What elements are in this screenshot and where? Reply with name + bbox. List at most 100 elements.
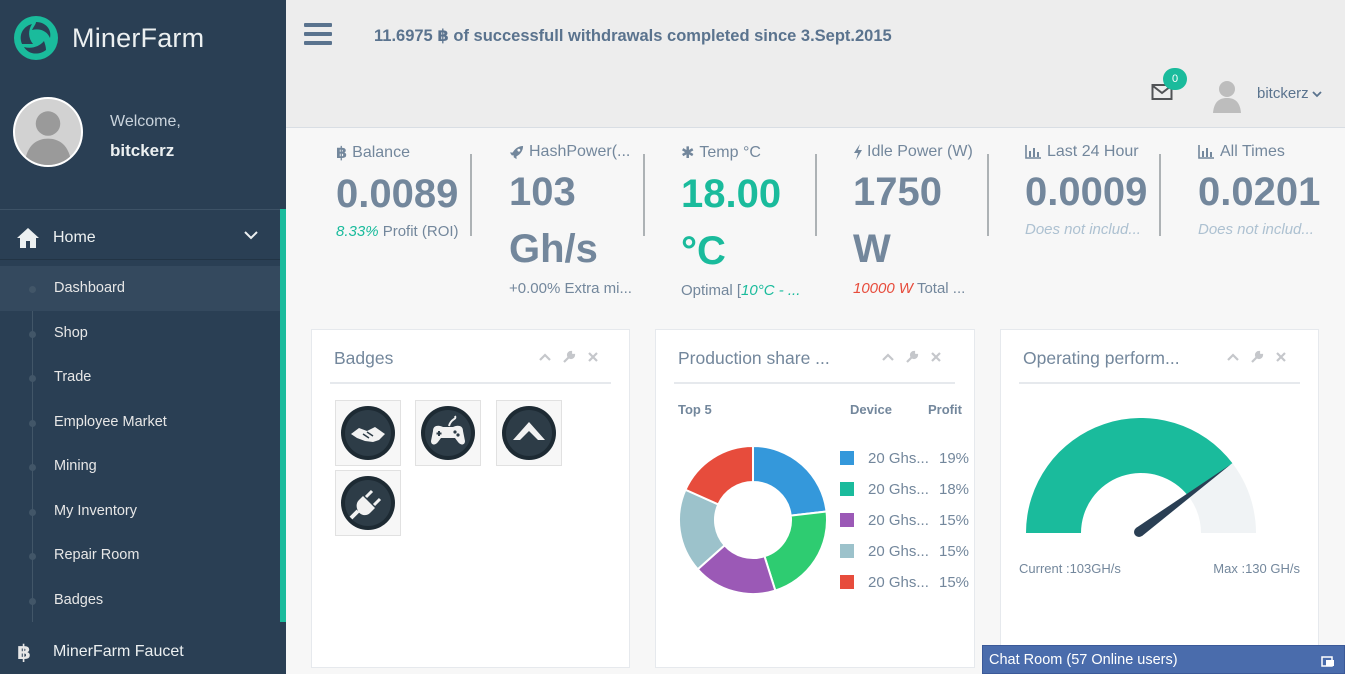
sidebar-item-home[interactable]: Home (0, 216, 280, 260)
value-line: 103 (509, 170, 576, 214)
user-menu-name: bitckerz (1257, 85, 1309, 102)
total-power: 10000 W (853, 280, 914, 297)
tile-hashpower: HashPower(... 103 Gh/s +0.00% Extra mi... (509, 143, 644, 308)
chevron-down-icon (1312, 90, 1322, 97)
tile-balance-sub: 8.33% Profit (ROI) (336, 223, 471, 240)
user-silhouette-icon (15, 99, 81, 165)
sidebar-item-trade[interactable]: Trade (0, 355, 280, 400)
production-panel-title: Production share ... (678, 348, 830, 368)
badge-gamepad[interactable] (415, 400, 481, 466)
sidebar-item-shop[interactable]: Shop (0, 311, 280, 356)
col-device: Device (850, 402, 892, 417)
sidebar-item-repair-room[interactable]: Repair Room (0, 533, 280, 578)
tile-hashpower-sub: +0.00% Extra mi... (509, 280, 632, 297)
operating-panel-title: Operating perform... (1023, 348, 1180, 368)
sidebar-item-mining[interactable]: Mining (0, 444, 280, 489)
panel-toolbox (1226, 350, 1288, 364)
sidebar-item-faucet[interactable]: ฿ MinerFarm Faucet (0, 630, 286, 674)
tile-label-text: Idle Power (W) (867, 143, 973, 160)
sidebar-item-badges[interactable]: Badges (0, 578, 280, 623)
tile-temp-value: 18.00 °C (681, 166, 816, 280)
top-navigation: 11.6975 ฿ of successfull withdrawals com… (286, 0, 1345, 128)
menu-toggle-button[interactable] (304, 23, 332, 49)
donut-slice (763, 510, 828, 592)
badge-rank-up[interactable] (496, 400, 562, 466)
user-avatar[interactable] (1212, 79, 1242, 113)
brand[interactable]: MinerFarm (12, 14, 204, 62)
panel-toolbox (538, 350, 600, 364)
panel-divider (330, 382, 611, 384)
value-unit: Gh/s (509, 227, 598, 271)
value-line: 1750 (853, 170, 942, 214)
legend-swatch (840, 575, 854, 589)
legend-profit: 15% (939, 542, 970, 560)
wrench-icon[interactable] (1250, 350, 1264, 364)
sidebar-item-my-inventory[interactable]: My Inventory (0, 489, 280, 534)
value-unit: °C (681, 229, 726, 273)
gauge-max-label: Max :130 GH/s (1213, 561, 1300, 576)
sidebar-item-employee-market[interactable]: Employee Market (0, 400, 280, 445)
close-icon[interactable] (586, 350, 600, 364)
mail-count-badge: 0 (1163, 68, 1187, 90)
legend-profit: 15% (939, 511, 970, 529)
legend-row: 20 Ghs... 15% (840, 572, 969, 592)
roi-percent: 8.33% (336, 223, 379, 240)
hashpower-gauge (1026, 418, 1256, 537)
badge-plug[interactable] (335, 470, 401, 536)
welcome-username: bitckerz (110, 141, 175, 160)
tile-alltimes-sub: Does not includ... (1198, 221, 1314, 238)
welcome-label: Welcome, (110, 113, 181, 130)
value-unit: W (853, 227, 891, 271)
tile-last24-value: 0.0009 (1025, 170, 1148, 214)
bullet-icon (29, 508, 36, 516)
sidebar-item-home-label: Home (53, 228, 96, 246)
tile-divider (470, 154, 472, 236)
panel-toolbox (881, 350, 943, 364)
legend-device: 20 Ghs... (868, 480, 929, 498)
tile-idle-value: 1750 W (853, 164, 988, 278)
bullet-icon (29, 419, 36, 427)
profile: Welcome, bitckerz (13, 97, 181, 167)
sidebar-item-faucet-label: MinerFarm Faucet (53, 643, 184, 660)
roi-text: Profit (ROI) (378, 223, 459, 240)
brand-name: MinerFarm (72, 22, 205, 53)
legend-swatch (840, 544, 854, 558)
wrench-icon[interactable] (905, 350, 919, 364)
legend-device: 20 Ghs... (868, 511, 929, 529)
badges-panel-title: Badges (334, 348, 394, 368)
sidebar-item-label: Badges (54, 591, 104, 608)
tile-last24: Last 24 Hour 0.0009 Does not includ... (1025, 143, 1160, 308)
chat-room-bar[interactable]: Chat Room (57 Online users) (982, 645, 1345, 674)
hamburger-bar (304, 32, 332, 36)
production-donut-chart (678, 445, 828, 595)
hamburger-bar (304, 23, 332, 27)
sidebar-item-dashboard[interactable]: Dashboard (0, 266, 280, 311)
sidebar: MinerFarm Welcome, bitckerz Home Dashboa… (0, 0, 286, 674)
value-line: 18.00 (681, 172, 782, 216)
collapse-icon[interactable] (538, 350, 552, 364)
tile-temp: ✱ Temp °C 18.00 °C Optimal [10°C - ... (681, 143, 816, 308)
legend-row: 20 Ghs... 19% (840, 448, 969, 468)
wrench-icon[interactable] (562, 350, 576, 364)
user-menu[interactable]: bitckerz (1257, 85, 1322, 102)
legend-swatch (840, 482, 854, 496)
handshake-icon (341, 406, 395, 460)
collapse-icon[interactable] (881, 350, 895, 364)
close-icon[interactable] (929, 350, 943, 364)
badge-handshake[interactable] (335, 400, 401, 466)
production-share-panel: Production share ... Top 5 Device Profit… (655, 329, 975, 668)
bullet-icon (29, 330, 36, 338)
donut-slice (752, 445, 828, 517)
collapse-icon[interactable] (1226, 350, 1240, 364)
close-icon[interactable] (1274, 350, 1288, 364)
chat-room-label: Chat Room (57 Online users) (989, 651, 1178, 668)
tile-balance: ฿ Balance 0.0089 8.33% Profit (ROI) (336, 143, 471, 308)
tile-idle-power: Idle Power (W) 1750 W 10000 W Total ... (853, 143, 988, 308)
profile-avatar (13, 97, 83, 167)
tile-idle-label: Idle Power (W) (853, 143, 988, 161)
sidebar-item-label: My Inventory (54, 502, 137, 519)
popout-icon[interactable] (1321, 654, 1335, 667)
col-profit: Profit (928, 402, 962, 417)
tile-label-text: Temp °C (699, 144, 761, 161)
tile-balance-value: 0.0089 (336, 172, 459, 216)
